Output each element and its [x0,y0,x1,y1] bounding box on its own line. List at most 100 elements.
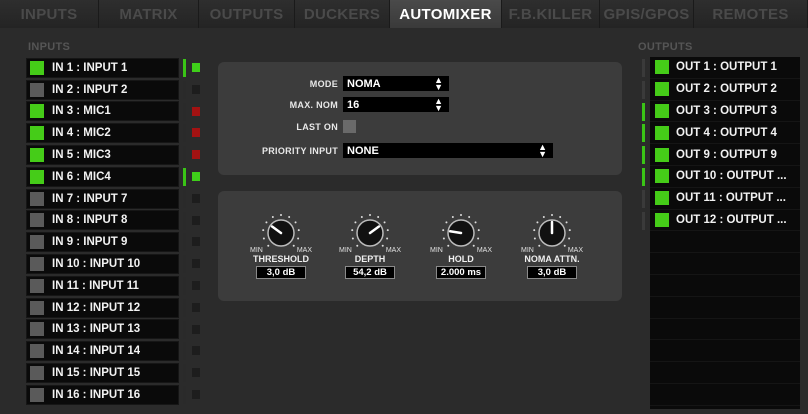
input-channel-button[interactable]: IN 13 : INPUT 13 [26,319,179,340]
updown-arrows-icon: ▲ ▼ [434,74,443,92]
input-enable-toggle[interactable] [30,387,44,402]
input-channel-button[interactable]: IN 5 : MIC3 [26,145,179,166]
input-level-meter [183,189,186,208]
output-enable-toggle[interactable] [655,169,669,184]
output-row: OUT 2 : OUTPUT 2 [650,79,800,101]
output-enable-toggle[interactable] [655,103,669,118]
output-empty-row [650,384,800,406]
output-enable-toggle[interactable] [655,212,669,227]
output-enable-toggle[interactable] [655,191,669,206]
knob-max-label: MAX [296,247,312,254]
input-enable-toggle[interactable] [30,169,44,184]
input-status-led [192,346,200,356]
input-enable-toggle[interactable] [30,82,44,97]
tab-matrix[interactable]: MATRIX [99,0,199,28]
input-level-meter [183,320,186,339]
output-empty-row [650,340,800,363]
output-row: OUT 10 : OUTPUT ... [650,166,800,188]
noma-attn-knob-group: MIN MAX NOMA ATTN. 3,0 dB [519,210,585,279]
tab-remotes[interactable]: REMOTES [694,0,808,28]
input-channel-button[interactable]: IN 7 : INPUT 7 [26,188,179,209]
tab-gpis-gpos[interactable]: GPIs/GPOs [600,0,694,28]
input-label: IN 8 : INPUT 8 [52,214,128,227]
input-channel-button[interactable]: IN 4 : MIC2 [26,123,179,144]
input-enable-toggle[interactable] [30,235,44,250]
max-nom-select[interactable]: 16 ▲ ▼ [343,96,449,112]
input-channel-button[interactable]: IN 10 : INPUT 10 [26,254,179,275]
input-channel-button[interactable]: IN 9 : INPUT 9 [26,232,179,253]
input-row: IN 4 : MIC2 [26,122,205,144]
output-enable-toggle[interactable] [655,60,669,75]
input-channel-button[interactable]: IN 2 : INPUT 2 [26,79,179,100]
threshold-value[interactable]: 3,0 dB [256,266,306,279]
tab-inputs[interactable]: INPUTS [0,0,99,28]
hold-knob[interactable] [438,210,484,252]
automixer-knobs-panel: MIN MAX THRESHOLD 3,0 dB MIN MAX DEPTH 54,… [218,191,622,301]
output-label: OUT 11 : OUTPUT ... [676,192,786,205]
input-channel-button[interactable]: IN 8 : INPUT 8 [26,210,179,231]
output-empty-row [650,275,800,297]
input-enable-toggle[interactable] [30,148,44,163]
priority-input-value: NONE [347,144,379,157]
input-enable-toggle[interactable] [30,257,44,272]
input-enable-toggle[interactable] [30,191,44,206]
input-label: IN 12 : INPUT 12 [52,301,141,314]
input-channel-button[interactable]: IN 6 : MIC4 [26,166,179,187]
input-level-meter [183,298,186,317]
mode-select[interactable]: NOMA ▲ ▼ [343,74,449,92]
input-enable-toggle[interactable] [30,104,44,119]
output-enable-toggle[interactable] [655,125,669,140]
input-enable-toggle[interactable] [30,300,44,315]
input-row: IN 7 : INPUT 7 [26,188,205,210]
input-level-meter [183,59,186,77]
depth-knob[interactable] [347,210,393,252]
input-status-led [192,280,200,290]
input-channel-button[interactable]: IN 12 : INPUT 12 [26,297,179,318]
input-enable-toggle[interactable] [30,213,44,228]
input-channel-button[interactable]: IN 16 : INPUT 16 [26,384,179,405]
input-enable-toggle[interactable] [30,60,44,75]
automixer-settings-panel: MODE NOMA ▲ ▼ MAX. NOM 16 ▲ ▼ LAST ON PRIO… [218,62,622,175]
hold-value[interactable]: 2.000 ms [436,266,486,279]
input-channel-button[interactable]: IN 3 : MIC1 [26,101,179,122]
input-channel-button[interactable]: IN 11 : INPUT 11 [26,275,179,296]
input-level-meter [183,211,186,230]
output-enable-toggle[interactable] [655,147,669,162]
depth-value[interactable]: 54,2 dB [345,266,395,279]
inputs-list: IN 1 : INPUT 1 IN 2 : INPUT 2 IN 3 : MIC1 I… [26,57,205,406]
input-channel-button[interactable]: IN 15 : INPUT 15 [26,363,179,384]
tab-automixer[interactable]: AUTOMIXER [390,0,502,28]
knob-min-label: MIN [250,247,263,254]
last-on-checkbox[interactable] [343,120,356,133]
output-level-meter [642,211,645,230]
input-label: IN 13 : INPUT 13 [52,323,141,336]
tab-outputs[interactable]: OUTPUTS [199,0,295,28]
output-enable-toggle[interactable] [655,82,669,97]
input-status-led [192,63,200,72]
input-channel-button[interactable]: IN 1 : INPUT 1 [26,57,179,78]
noma-attn-knob[interactable] [529,210,575,252]
output-level-meter [642,146,645,165]
knob-min-label: MIN [521,247,534,254]
priority-input-select[interactable]: NONE ▲ ▼ [343,141,553,159]
input-enable-toggle[interactable] [30,366,44,381]
noma-attn-value[interactable]: 3,0 dB [527,266,577,279]
input-channel-button[interactable]: IN 14 : INPUT 14 [26,341,179,362]
knob-min-label: MIN [430,247,443,254]
threshold-knob[interactable] [258,210,304,252]
tab-duckers[interactable]: DUCKERS [295,0,390,28]
updown-arrows-icon: ▲ ▼ [538,141,547,159]
input-row: IN 8 : INPUT 8 [26,210,205,232]
input-enable-toggle[interactable] [30,344,44,359]
input-enable-toggle[interactable] [30,278,44,293]
hold-label: HOLD [448,254,474,264]
input-enable-toggle[interactable] [30,322,44,337]
output-row: OUT 4 : OUTPUT 4 [650,122,800,145]
tab-fb-killer[interactable]: F.B.KILLER [502,0,600,28]
output-label: OUT 4 : OUTPUT 4 [676,126,777,139]
mode-value: NOMA [347,77,381,90]
input-enable-toggle[interactable] [30,126,44,141]
input-level-meter [183,124,186,143]
threshold-label: THRESHOLD [253,254,309,264]
input-status-led [192,128,200,138]
